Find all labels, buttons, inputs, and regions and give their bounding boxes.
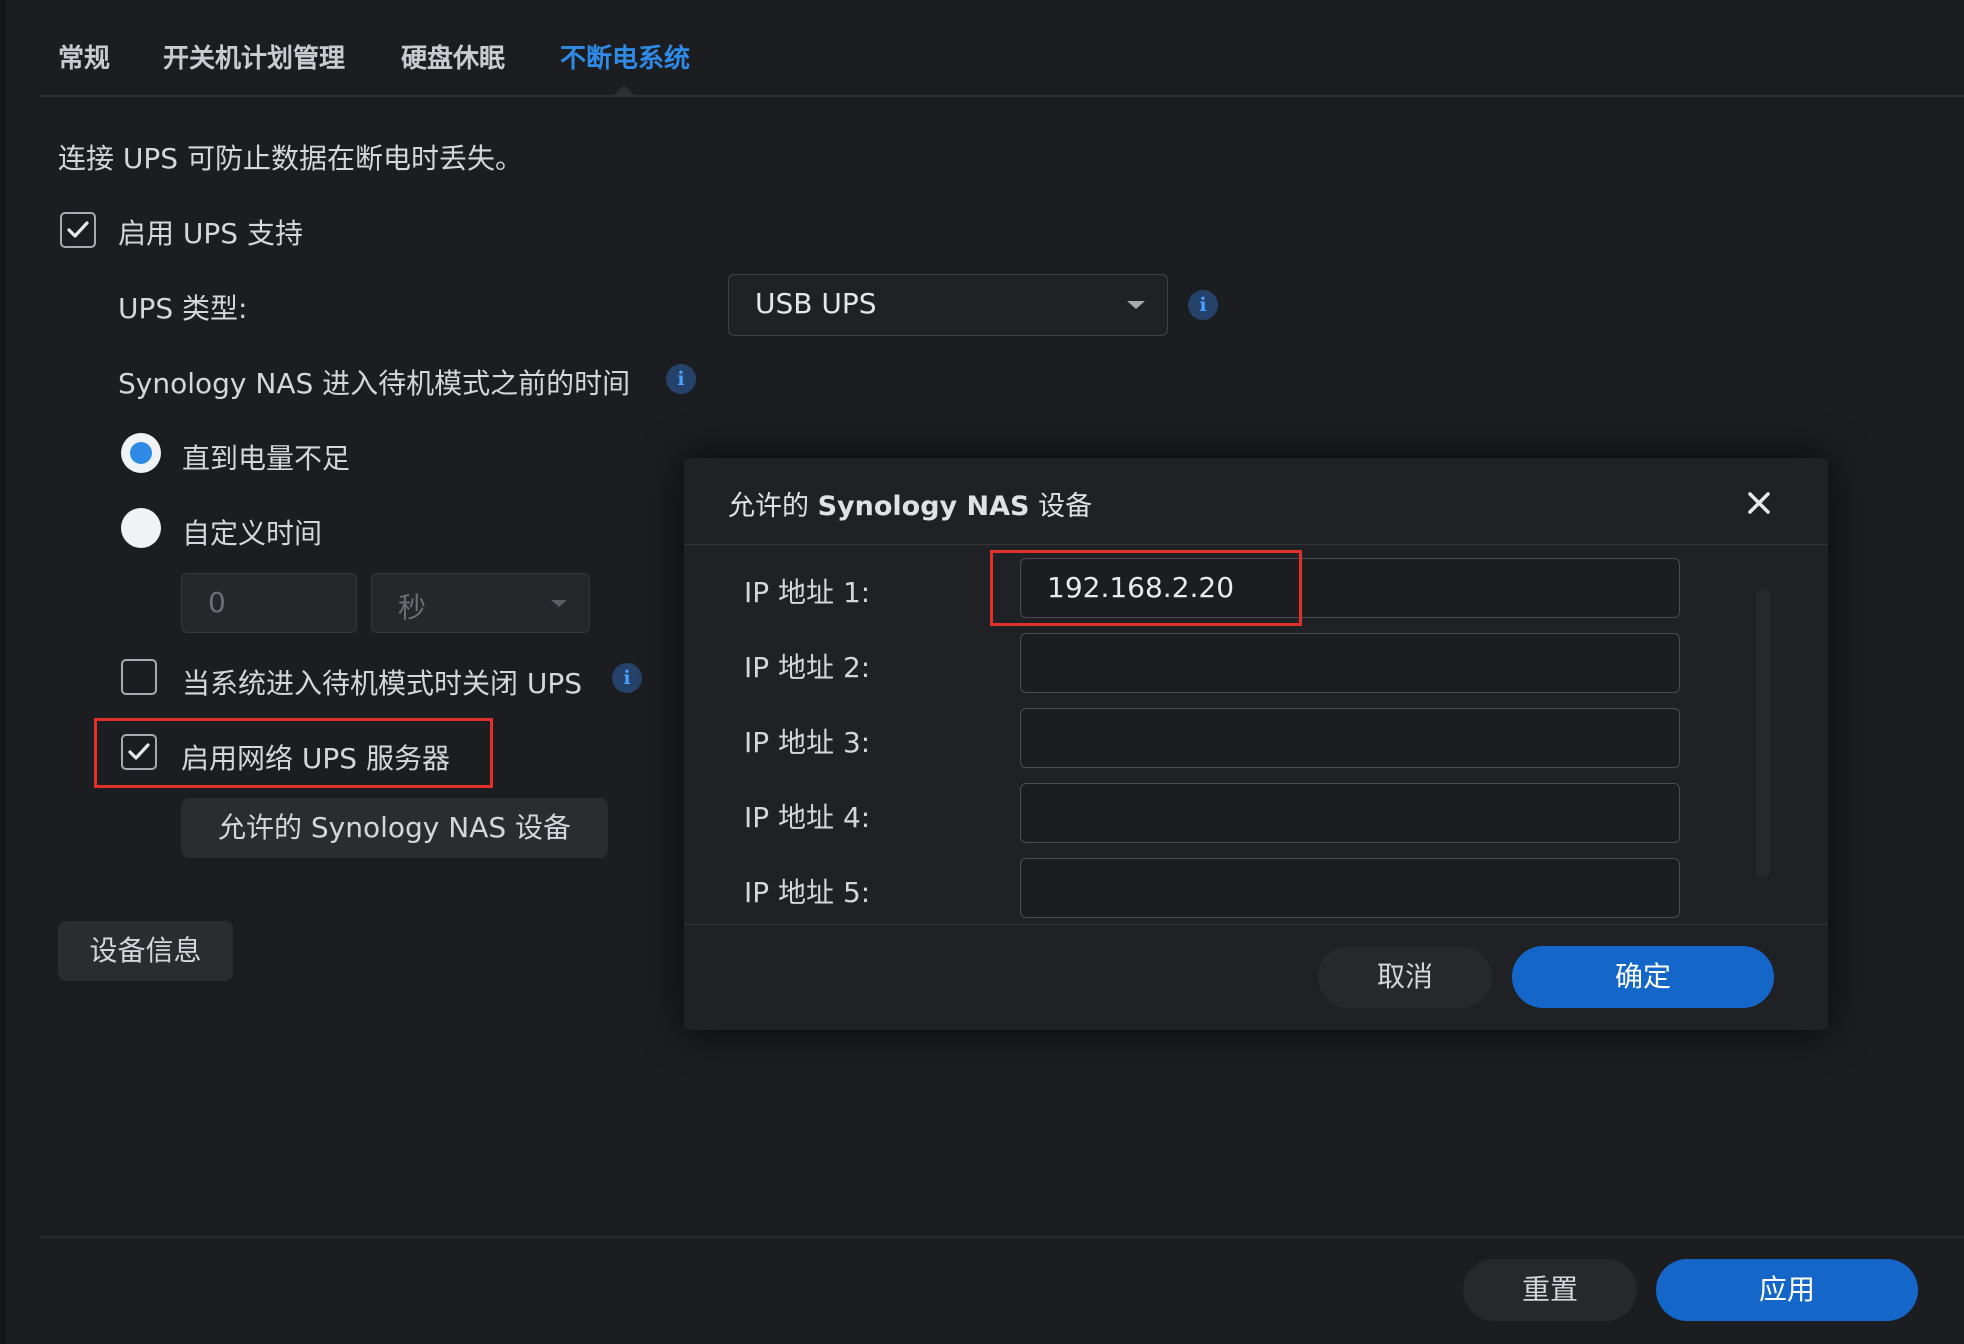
- highlight-box: [990, 550, 1302, 626]
- dialog-footer-divider: [684, 924, 1828, 925]
- ups-description: 连接 UPS 可防止数据在断电时丢失。: [58, 142, 523, 175]
- dropdown-caret-icon: [551, 600, 567, 607]
- allowed-nas-devices-button[interactable]: 允许的 Synology NAS 设备: [181, 798, 608, 858]
- ip-address-3-input[interactable]: [1020, 708, 1680, 768]
- ups-type-select[interactable]: USB UPS: [728, 274, 1168, 336]
- dropdown-caret-icon: [1127, 301, 1145, 309]
- ip-address-1-label: IP 地址 1:: [744, 576, 871, 609]
- checkbox-check-icon: [67, 221, 89, 238]
- tab-divider: [40, 95, 1964, 97]
- radio-custom-time[interactable]: [121, 508, 161, 548]
- dialog-title-bold: Synology NAS: [817, 491, 1030, 522]
- tab-ups[interactable]: 不断电系统: [560, 38, 690, 75]
- footer-divider: [40, 1236, 1964, 1238]
- radio-until-low-battery-label: 直到电量不足: [182, 442, 351, 475]
- reset-button[interactable]: 重置: [1463, 1259, 1637, 1321]
- tab-power-schedule[interactable]: 开关机计划管理: [163, 38, 345, 75]
- shutdown-ups-label: 当系统进入待机模式时关闭 UPS: [182, 667, 583, 700]
- dialog-title-prefix: 允许的: [728, 491, 809, 522]
- apply-button[interactable]: 应用: [1656, 1259, 1918, 1321]
- custom-time-value: 0: [208, 586, 226, 619]
- radio-custom-time-label: 自定义时间: [182, 517, 323, 550]
- ip-address-5-input[interactable]: [1020, 858, 1680, 918]
- radio-until-low-battery[interactable]: [121, 433, 161, 473]
- enable-network-ups-label: 启用网络 UPS 服务器: [181, 742, 450, 775]
- cancel-button[interactable]: 取消: [1318, 946, 1492, 1008]
- tab-hdd-hibernation[interactable]: 硬盘休眠: [401, 38, 505, 75]
- enable-network-ups-checkbox[interactable]: [121, 734, 157, 770]
- ip-address-2-label: IP 地址 2:: [744, 651, 871, 684]
- dialog-scrollbar[interactable]: [1756, 588, 1770, 878]
- dialog-title: 允许的 Synology NAS 设备: [728, 484, 1092, 523]
- ups-type-label: UPS 类型:: [118, 292, 248, 325]
- shutdown-ups-checkbox[interactable]: [121, 659, 157, 695]
- device-info-button[interactable]: 设备信息: [58, 921, 233, 981]
- checkbox-check-icon: [128, 743, 150, 760]
- close-icon[interactable]: [1744, 488, 1774, 518]
- ip-address-5-label: IP 地址 5:: [744, 876, 871, 909]
- ip-address-2-input[interactable]: [1020, 633, 1680, 693]
- allowed-devices-dialog: 允许的 Synology NAS 设备 IP 地址 1: 192.168.2.2…: [684, 458, 1828, 1030]
- tab-general[interactable]: 常规: [58, 38, 110, 75]
- ok-button[interactable]: 确定: [1512, 946, 1774, 1008]
- ups-type-value: USB UPS: [755, 287, 877, 320]
- info-icon[interactable]: i: [666, 364, 696, 394]
- ip-address-4-input[interactable]: [1020, 783, 1680, 843]
- dialog-title-suffix: 设备: [1038, 491, 1093, 522]
- custom-time-input[interactable]: 0: [181, 573, 357, 633]
- enable-ups-checkbox[interactable]: [60, 212, 96, 248]
- info-icon[interactable]: i: [612, 663, 642, 693]
- custom-time-unit-select[interactable]: 秒: [371, 573, 590, 633]
- info-icon[interactable]: i: [1188, 290, 1218, 320]
- dialog-body: IP 地址 1: 192.168.2.20 IP 地址 2: IP 地址 3: …: [684, 545, 1828, 923]
- window-edge: [0, 0, 6, 1344]
- custom-time-unit-value: 秒: [398, 591, 427, 624]
- enable-ups-label: 启用 UPS 支持: [118, 217, 303, 250]
- standby-time-label: Synology NAS 进入待机模式之前的时间: [118, 367, 631, 400]
- active-tab-indicator: [614, 85, 634, 95]
- ip-address-3-label: IP 地址 3:: [744, 726, 871, 759]
- ip-address-4-label: IP 地址 4:: [744, 801, 871, 834]
